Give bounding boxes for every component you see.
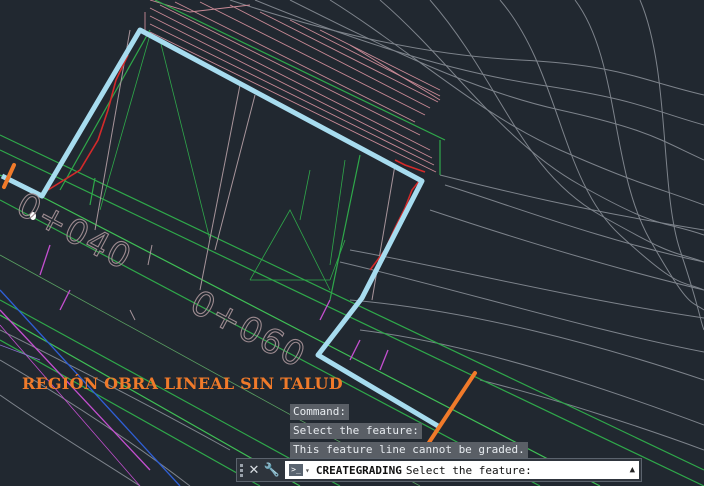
chevron-down-icon[interactable]: ▾ (305, 466, 310, 475)
command-input[interactable]: >_ ▾ CREATEGRADING Select the feature: ▲ (285, 461, 639, 479)
command-line-bar: ✕ 🔧 >_ ▾ CREATEGRADING Select the featur… (236, 458, 642, 482)
station-label-040: 0+040 (10, 185, 139, 279)
command-history-line: Select the feature: (290, 423, 422, 439)
wrench-icon[interactable]: 🔧 (263, 459, 281, 481)
slope-hatch (144, 0, 441, 173)
close-icon[interactable]: ✕ (245, 459, 263, 481)
command-prompt-text: Select the feature: (405, 463, 532, 477)
chevron-up-icon[interactable]: ▲ (630, 465, 635, 475)
section-lines (94, 29, 396, 321)
command-history-line: This feature line cannot be graded. (290, 442, 528, 458)
drawing-canvas[interactable]: 0+040 0+060 (0, 0, 704, 486)
active-command: CREATEGRADING (315, 463, 402, 477)
command-prompt-icon[interactable]: >_ (289, 464, 303, 476)
command-history-line: Command: (290, 404, 349, 420)
drag-handle[interactable] (237, 459, 245, 481)
annotation-text: REGIÓN OBRA LINEAL SIN TALUD (22, 374, 343, 393)
station-label-060: 0+060 (184, 283, 313, 377)
